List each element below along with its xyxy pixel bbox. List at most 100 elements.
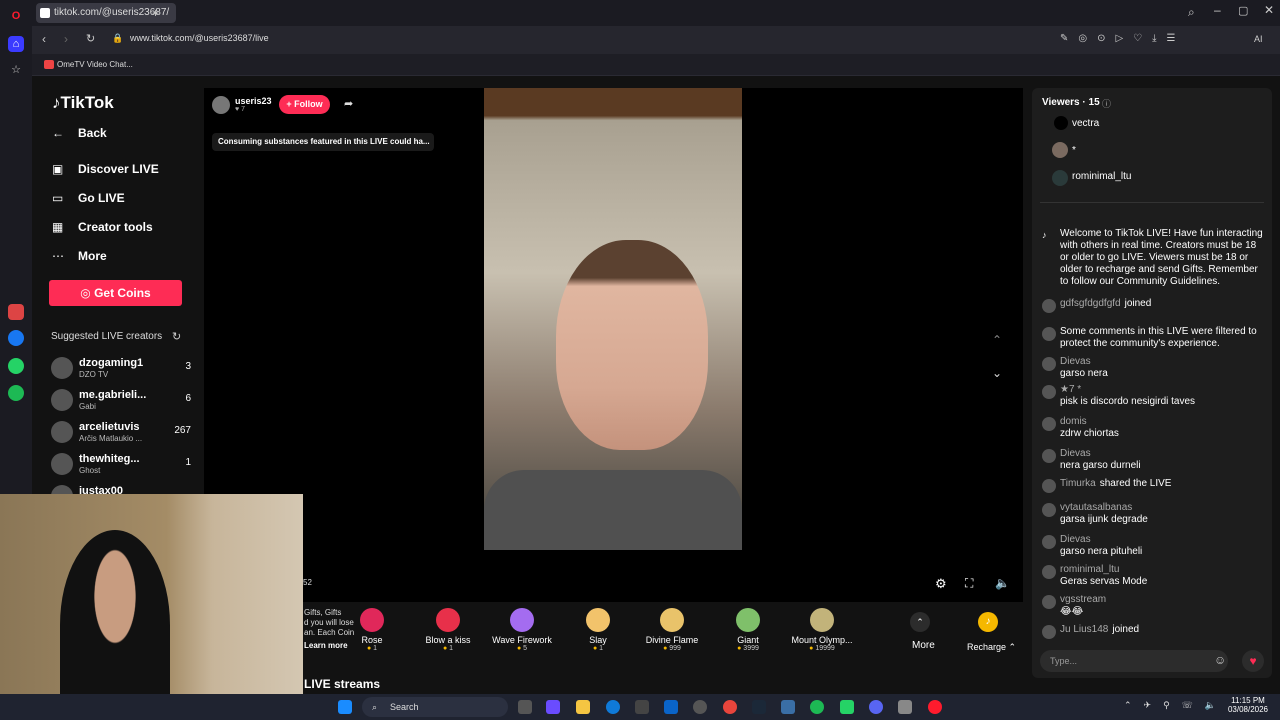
viewer-name[interactable]: * bbox=[1072, 145, 1076, 156]
system-tray-icons[interactable]: ⌃✈⚲☏🔈 bbox=[1124, 700, 1228, 711]
gift-item[interactable]: Giant ● 3999 bbox=[713, 608, 783, 652]
prev-stream-icon[interactable]: ⌃ bbox=[992, 333, 1002, 347]
chat-username[interactable]: ★7 * bbox=[1060, 384, 1081, 395]
clock[interactable]: 11:15 PM 03/08/2026 bbox=[1222, 696, 1274, 714]
task-view-icon[interactable] bbox=[518, 700, 532, 714]
host-name[interactable]: useris23 bbox=[235, 96, 272, 106]
chat-username[interactable]: domis bbox=[1060, 416, 1087, 427]
store-icon[interactable] bbox=[635, 700, 649, 714]
taskbar-search[interactable]: ⌕ Search bbox=[362, 697, 508, 717]
tiktok-note-icon: ♪ bbox=[1042, 230, 1047, 240]
chat-username[interactable]: vytautasalbanas bbox=[1060, 502, 1132, 513]
refresh-icon[interactable]: ↻ bbox=[172, 330, 181, 343]
steam-icon[interactable] bbox=[752, 700, 766, 714]
outlook-icon[interactable] bbox=[664, 700, 678, 714]
viewer-name[interactable]: vectra bbox=[1072, 118, 1099, 129]
info-icon[interactable]: ⓘ bbox=[1102, 97, 1111, 110]
chat-username[interactable]: rominimal_ltu bbox=[1060, 564, 1119, 575]
gift-item[interactable]: Slay ● 1 bbox=[563, 608, 633, 652]
chat-username[interactable]: vgsstream bbox=[1060, 594, 1106, 605]
opera-logo-icon[interactable]: O bbox=[8, 8, 24, 24]
back-link[interactable]: Back bbox=[78, 126, 107, 140]
settings-icon[interactable] bbox=[898, 700, 912, 714]
gift-icon bbox=[586, 608, 610, 632]
toolbar-icons[interactable]: ✎◎⊙▷♡⤓☰ bbox=[1060, 33, 1186, 44]
star-icon[interactable]: ☆ bbox=[8, 62, 24, 78]
volume-icon[interactable]: 🔈 bbox=[995, 576, 1010, 590]
maximize-icon[interactable]: ▢ bbox=[1238, 4, 1248, 17]
spotify-icon[interactable] bbox=[8, 385, 24, 401]
suggested-creator[interactable]: thewhiteg... Ghost 1 bbox=[51, 453, 191, 481]
forward-arrow-icon[interactable]: › bbox=[64, 32, 68, 46]
like-heart-icon[interactable]: ♥ bbox=[1242, 650, 1264, 672]
gift-item[interactable]: Wave Firework ● 5 bbox=[487, 608, 557, 652]
home-icon[interactable]: ⌂ bbox=[8, 36, 24, 52]
settings-gear-icon[interactable]: ⚙ bbox=[935, 576, 947, 592]
url-field[interactable]: www.tiktok.com/@useris23687/live bbox=[130, 33, 269, 43]
search-tabs-icon[interactable]: ⌕ bbox=[1188, 5, 1195, 20]
share-icon[interactable]: ➦ bbox=[344, 97, 353, 110]
nav-more[interactable]: More bbox=[78, 249, 107, 263]
chat-username[interactable]: Dievas bbox=[1060, 448, 1091, 459]
bookmarks-bar: OmeTV Video Chat... bbox=[32, 54, 1280, 76]
chat-message: vgsstream 😂😂 bbox=[1042, 594, 1267, 618]
aria-ai-button[interactable]: AI bbox=[1254, 34, 1263, 44]
gift-item[interactable]: Mount Olymp... ● 19999 bbox=[787, 608, 857, 652]
chat-username[interactable]: gdfsgfdgdfgfd bbox=[1060, 298, 1121, 309]
edge-icon[interactable] bbox=[606, 700, 620, 714]
tiktok-logo[interactable]: ♪TikTok bbox=[52, 93, 114, 113]
app-icon[interactable] bbox=[781, 700, 795, 714]
host-avatar[interactable] bbox=[212, 96, 230, 114]
back-arrow-icon[interactable]: ‹ bbox=[42, 32, 46, 46]
avatar bbox=[1042, 595, 1056, 609]
bookmark-ometv[interactable]: OmeTV Video Chat... bbox=[57, 60, 133, 69]
expand-gifts-icon[interactable]: ⌃ bbox=[910, 612, 930, 632]
chat-username[interactable]: Ju Lius148 bbox=[1060, 624, 1108, 635]
messenger-icon[interactable] bbox=[8, 330, 24, 346]
chat-username[interactable]: Timurka bbox=[1060, 478, 1096, 489]
gift-name: Divine Flame bbox=[645, 635, 699, 645]
get-coins-button[interactable]: ◎ Get Coins bbox=[49, 280, 182, 306]
copilot-icon[interactable] bbox=[546, 700, 560, 714]
reload-icon[interactable]: ↻ bbox=[86, 32, 95, 45]
chrome-icon[interactable] bbox=[723, 700, 737, 714]
spotify-icon[interactable] bbox=[810, 700, 824, 714]
chat-username[interactable]: Dievas bbox=[1060, 534, 1091, 545]
new-tab-icon[interactable]: + bbox=[152, 6, 159, 20]
avatar bbox=[51, 357, 73, 379]
windows-start-icon[interactable] bbox=[338, 700, 352, 714]
gift-item[interactable]: Rose ● 1 bbox=[337, 608, 407, 652]
chat-username[interactable]: Dievas bbox=[1060, 356, 1091, 367]
chat-message: Some comments in this LIVE were filtered… bbox=[1042, 326, 1267, 350]
chat-text: joined bbox=[1124, 298, 1152, 309]
viewer-name[interactable]: rominimal_ltu bbox=[1072, 171, 1131, 182]
discord-icon[interactable] bbox=[869, 700, 883, 714]
app-icon[interactable] bbox=[693, 700, 707, 714]
nav-discover-live[interactable]: Discover LIVE bbox=[78, 162, 159, 176]
recharge-button[interactable]: Recharge ⌃ bbox=[967, 642, 1016, 653]
close-window-icon[interactable]: ✕ bbox=[1264, 3, 1274, 17]
chat-input[interactable]: Type... bbox=[1040, 650, 1228, 672]
gift-item[interactable]: Blow a kiss ● 1 bbox=[413, 608, 483, 652]
gift-item[interactable]: Divine Flame ● 999 bbox=[637, 608, 707, 652]
nav-go-live[interactable]: Go LIVE bbox=[78, 191, 125, 205]
follow-button[interactable]: + Follow bbox=[279, 95, 330, 114]
gift-price: ● 999 bbox=[663, 645, 681, 652]
suggested-creator[interactable]: dzogaming1 DZO TV 3 bbox=[51, 357, 191, 385]
fullscreen-icon[interactable]: ⛶ bbox=[965, 576, 973, 591]
suggested-creator[interactable]: me.gabrieli... Gabi 6 bbox=[51, 389, 191, 417]
gifts-more-button[interactable]: More bbox=[912, 640, 935, 651]
whatsapp-icon[interactable] bbox=[840, 700, 854, 714]
whatsapp-icon[interactable] bbox=[8, 358, 24, 374]
coin-icon: ◎ bbox=[80, 286, 95, 300]
gmail-icon[interactable] bbox=[8, 304, 24, 320]
file-explorer-icon[interactable] bbox=[576, 700, 590, 714]
minimize-icon[interactable]: – bbox=[1214, 3, 1221, 17]
nav-creator-tools[interactable]: Creator tools bbox=[78, 220, 153, 234]
streamer-shirt bbox=[484, 470, 742, 550]
next-stream-icon[interactable]: ⌄ bbox=[992, 366, 1002, 380]
chat-message: rominimal_ltu Geras servas Mode bbox=[1042, 564, 1267, 588]
suggested-creator[interactable]: arcelietuvis Arčis Matlaukio ... 267 bbox=[51, 421, 191, 449]
emoji-icon[interactable]: ☺ bbox=[1214, 653, 1226, 667]
opera-icon[interactable] bbox=[928, 700, 942, 714]
